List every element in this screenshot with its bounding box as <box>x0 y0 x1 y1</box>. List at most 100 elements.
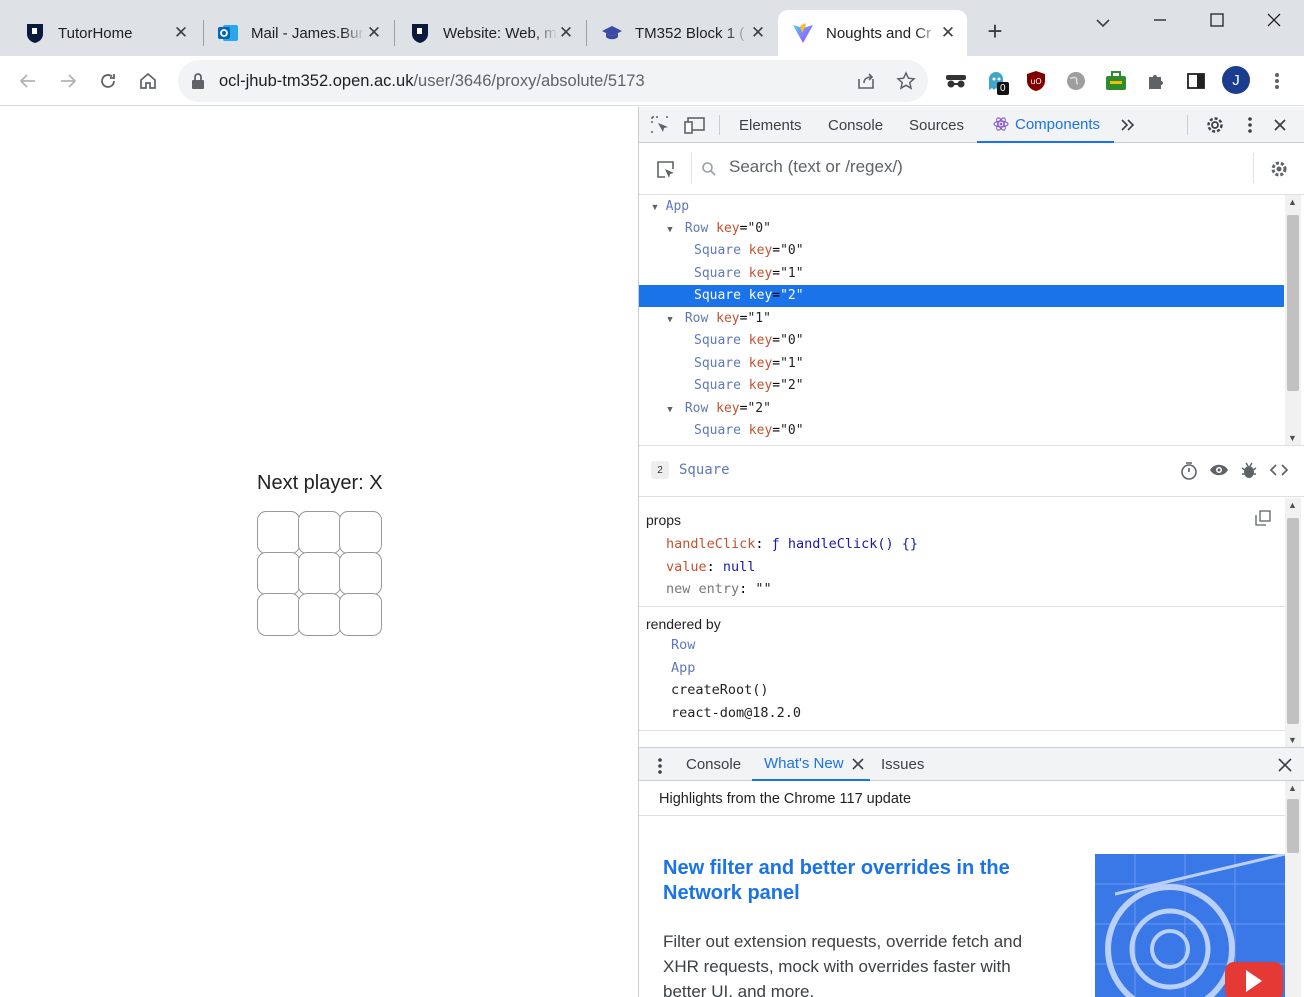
browser-tab-noughts[interactable]: Noughts and Cr ✕ <box>778 10 967 56</box>
square-7[interactable] <box>298 593 341 636</box>
tree-item[interactable]: ▼ App <box>639 195 1284 217</box>
web-page: Next player: X <box>0 107 638 997</box>
side-panel-icon[interactable] <box>1183 68 1209 94</box>
settings-gear-icon[interactable] <box>1204 114 1226 136</box>
expand-triangle-icon[interactable]: ▼ <box>648 196 662 218</box>
maximize-icon[interactable] <box>1207 10 1227 30</box>
bug-icon[interactable] <box>1240 460 1258 485</box>
extensions-puzzle-icon[interactable] <box>1143 68 1169 94</box>
prop-row[interactable]: value: null <box>666 559 755 575</box>
prop-row[interactable]: handleClick: ƒ handleClick() {} <box>666 536 918 552</box>
tree-item[interactable]: Square key="2" <box>639 375 1284 397</box>
drawer-tab-console[interactable]: Console <box>686 748 741 781</box>
devtools-tab-sources[interactable]: Sources <box>909 107 964 143</box>
tree-scrollbar[interactable]: ▲ ▼ <box>1285 195 1301 445</box>
tree-item[interactable]: ▼ Row key="0" <box>639 218 1284 240</box>
browser-menu-kebab-icon[interactable] <box>1264 68 1290 94</box>
new-prop-entry[interactable]: new entry: "" <box>666 581 772 597</box>
close-tab-icon[interactable]: ✕ <box>749 23 767 43</box>
new-tab-button[interactable]: + <box>982 18 1008 44</box>
tab-search-chevron-icon[interactable] <box>1094 14 1114 34</box>
tree-item[interactable]: Square key="0" <box>639 330 1284 352</box>
tree-item[interactable]: Square key="1" <box>639 353 1284 375</box>
profile-avatar[interactable]: J <box>1222 66 1250 94</box>
view-source-icon[interactable] <box>1269 462 1289 483</box>
copy-props-icon[interactable] <box>1255 510 1271 531</box>
devtools-tab-elements[interactable]: Elements <box>739 107 802 143</box>
component-tree: ▼ App ▼ Row key="0" Square key="0" Squar… <box>639 195 1285 445</box>
square-0[interactable] <box>257 511 300 554</box>
ou-shield-icon <box>409 22 431 44</box>
drawer-tab-whats-new[interactable]: What's New <box>752 748 870 781</box>
url-text[interactable]: ocl-jhub-tm352.open.ac.uk/user/3646/prox… <box>219 72 645 91</box>
share-icon[interactable] <box>856 71 876 96</box>
back-arrow-icon[interactable] <box>14 67 42 95</box>
home-icon[interactable] <box>134 67 162 95</box>
forward-arrow-icon[interactable] <box>54 67 82 95</box>
scrollbar-thumb[interactable] <box>1287 518 1299 724</box>
close-tab-icon[interactable]: ✕ <box>172 23 190 43</box>
square-4[interactable] <box>298 552 341 595</box>
drawer-tab-issues[interactable]: Issues <box>881 748 924 781</box>
minimize-icon[interactable] <box>1150 10 1170 30</box>
square-1[interactable] <box>298 511 341 554</box>
whats-new-heading: Highlights from the Chrome 117 update <box>659 791 912 807</box>
drawer-menu-kebab-icon[interactable] <box>657 757 663 780</box>
drawer-scrollbar[interactable]: ▲ <box>1285 781 1301 997</box>
reload-icon[interactable] <box>94 67 122 95</box>
tree-item-selected[interactable]: Square key="2" <box>639 285 1284 307</box>
lock-icon[interactable] <box>190 72 206 95</box>
select-element-icon[interactable] <box>655 159 677 186</box>
browser-tab-mail[interactable]: Mail - James.Bur ✕ <box>203 10 393 56</box>
rendered-by-item[interactable]: Row <box>671 637 695 653</box>
browser-tab-tm352[interactable]: TM352 Block 1 ( ✕ <box>587 10 777 56</box>
devtools-menu-kebab-icon[interactable] <box>1239 114 1261 136</box>
rendered-by-item[interactable]: App <box>671 660 695 676</box>
close-tab-icon[interactable]: ✕ <box>365 23 383 43</box>
component-search-input[interactable] <box>729 157 1249 177</box>
address-bar[interactable]: ocl-jhub-tm352.open.ac.uk/user/3646/prox… <box>178 60 928 102</box>
expand-triangle-icon[interactable]: ▼ <box>663 399 677 421</box>
selected-component-header: 2 Square <box>639 445 1304 497</box>
more-tabs-chevron-icon[interactable] <box>1117 114 1139 136</box>
close-devtools-icon[interactable] <box>1269 114 1291 136</box>
ghost-extension-icon[interactable]: 0 <box>983 68 1009 95</box>
url-path: /user/3646/proxy/absolute/5173 <box>413 72 645 90</box>
tree-item[interactable]: ▼ Row key="2" <box>639 398 1284 420</box>
expand-triangle-icon[interactable]: ▼ <box>663 219 677 241</box>
video-thumbnail[interactable] <box>1095 854 1285 997</box>
globe-extension-icon[interactable] <box>1063 68 1089 94</box>
browser-tab-website[interactable]: Website: Web, m ✕ <box>395 10 585 56</box>
device-toolbar-icon[interactable] <box>684 114 706 136</box>
bookmark-star-icon[interactable] <box>896 71 916 96</box>
stopwatch-icon[interactable] <box>1180 461 1198 486</box>
devtools-tab-components[interactable]: Components <box>977 107 1115 143</box>
devtools-tab-console[interactable]: Console <box>828 107 883 143</box>
inspect-element-icon[interactable] <box>649 114 671 136</box>
scrollbar-thumb[interactable] <box>1287 215 1299 391</box>
square-3[interactable] <box>257 552 300 595</box>
close-tab-icon[interactable]: ✕ <box>557 23 575 43</box>
component-settings-gear-icon[interactable] <box>1269 159 1289 184</box>
article-title-link[interactable]: New filter and better overrides in the N… <box>663 856 1063 906</box>
ublock-extension-icon[interactable]: uO <box>1023 68 1049 94</box>
incognito-extension-icon[interactable] <box>943 68 969 94</box>
close-tab-icon[interactable] <box>851 757 864 770</box>
eye-icon[interactable] <box>1209 462 1229 483</box>
tree-item[interactable]: Square key="0" <box>639 240 1284 262</box>
tree-item[interactable]: Square key="1" <box>639 263 1284 285</box>
square-8[interactable] <box>339 593 382 636</box>
close-window-icon[interactable] <box>1264 10 1284 30</box>
briefcase-extension-icon[interactable] <box>1103 68 1129 94</box>
close-tab-icon[interactable]: ✕ <box>939 23 957 43</box>
tree-item[interactable]: Square key="0" <box>639 420 1284 442</box>
inspector-scrollbar[interactable]: ▲ ▼ <box>1285 498 1301 747</box>
scrollbar-thumb[interactable] <box>1287 799 1299 853</box>
tree-item[interactable]: ▼ Row key="1" <box>639 308 1284 330</box>
close-drawer-icon[interactable] <box>1278 758 1292 777</box>
browser-tab-tutorhome[interactable]: TutorHome ✕ <box>10 10 200 56</box>
expand-triangle-icon[interactable]: ▼ <box>663 309 677 331</box>
square-6[interactable] <box>257 593 300 636</box>
square-5[interactable] <box>339 552 382 595</box>
square-2[interactable] <box>339 511 382 554</box>
